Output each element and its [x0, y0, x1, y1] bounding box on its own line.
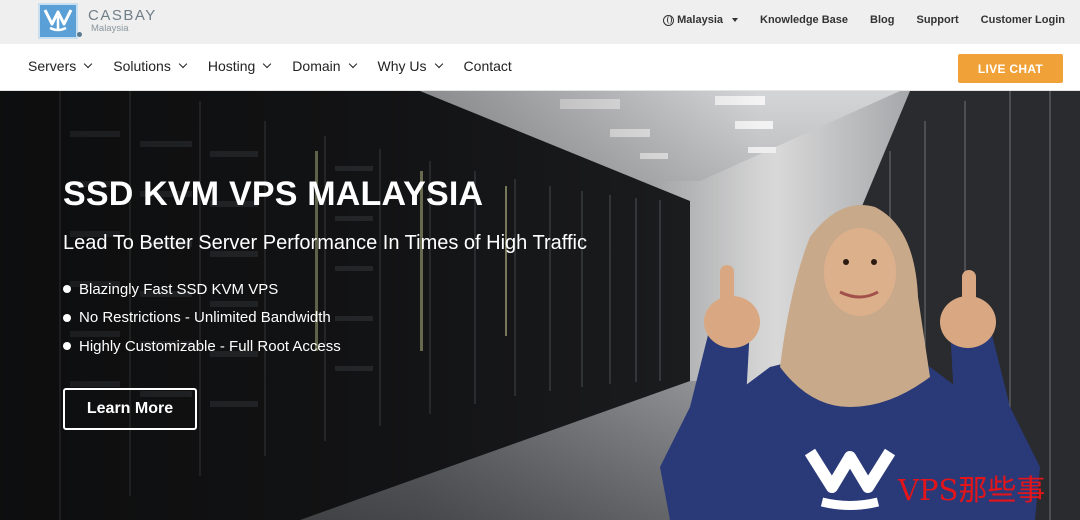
globe-icon	[663, 14, 675, 26]
learn-more-button[interactable]: Learn More	[63, 388, 197, 430]
nav-label: Servers	[28, 58, 77, 74]
feature-text: Highly Customizable - Full Root Access	[79, 337, 341, 355]
chevron-down-icon	[83, 59, 93, 69]
hero-person-image	[660, 205, 1040, 520]
nav-item-solutions[interactable]: Solutions	[113, 58, 188, 74]
feature-text: No Restrictions - Unlimited Bandwidth	[79, 309, 331, 327]
hero-subtitle: Lead To Better Server Performance In Tim…	[63, 232, 587, 254]
link-knowledge-base[interactable]: Knowledge Base	[760, 14, 848, 26]
chevron-down-icon	[178, 59, 188, 69]
top-links: Malaysia Knowledge Base Blog Support Cus…	[641, 0, 1065, 40]
bullet-icon	[63, 313, 71, 322]
main-navbar: Servers Solutions Hosting Domain Why Us …	[0, 44, 1080, 91]
bullet-icon	[63, 285, 71, 294]
chevron-down-icon	[263, 59, 272, 69]
logo-text: CASBAY Malaysia	[88, 8, 157, 34]
nav-item-contact[interactable]: Contact	[464, 58, 512, 74]
top-utility-bar: CASBAY Malaysia Malaysia Knowledge Base …	[0, 0, 1080, 44]
feature-item: No Restrictions - Unlimited Bandwidth	[63, 304, 341, 333]
hero-banner: SSD KVM VPS MALAYSIA Lead To Better Serv…	[0, 91, 1080, 520]
main-nav: Servers Solutions Hosting Domain Why Us …	[28, 44, 534, 88]
link-blog[interactable]: Blog	[870, 14, 894, 26]
link-support[interactable]: Support	[916, 14, 958, 26]
brand-sub: Malaysia	[91, 23, 129, 35]
country-selector[interactable]: Malaysia	[663, 14, 738, 26]
nav-item-why-us[interactable]: Why Us	[377, 58, 443, 74]
nav-label: Why Us	[377, 58, 427, 74]
nav-item-hosting[interactable]: Hosting	[207, 58, 272, 74]
nav-label: Hosting	[207, 58, 256, 74]
nav-item-servers[interactable]: Servers	[28, 58, 93, 74]
nav-label: Solutions	[113, 58, 171, 74]
bullet-icon	[63, 342, 71, 351]
nav-label: Domain	[292, 58, 341, 74]
feature-list: Blazingly Fast SSD KVM VPS No Restrictio…	[63, 275, 341, 361]
hero-title: SSD KVM VPS MALAYSIA	[63, 175, 484, 213]
link-customer-login[interactable]: Customer Login	[981, 14, 1065, 26]
feature-item: Blazingly Fast SSD KVM VPS	[63, 275, 341, 304]
country-label: Malaysia	[677, 14, 723, 26]
brand-logo[interactable]: CASBAY Malaysia	[38, 3, 157, 39]
feature-item: Highly Customizable - Full Root Access	[63, 332, 341, 361]
nav-label: Contact	[463, 58, 512, 74]
live-chat-button[interactable]: LIVE CHAT	[958, 54, 1063, 83]
chevron-down-icon	[434, 59, 443, 69]
logo-dot	[77, 31, 82, 37]
brand-name: CASBAY	[88, 7, 157, 25]
watermark: VPS那些事	[898, 473, 1046, 507]
chevron-down-icon	[348, 59, 357, 69]
nav-item-domain[interactable]: Domain	[292, 58, 357, 74]
feature-text: Blazingly Fast SSD KVM VPS	[79, 280, 279, 298]
casbay-logo-icon	[38, 3, 78, 39]
caret-down-icon	[732, 18, 738, 22]
